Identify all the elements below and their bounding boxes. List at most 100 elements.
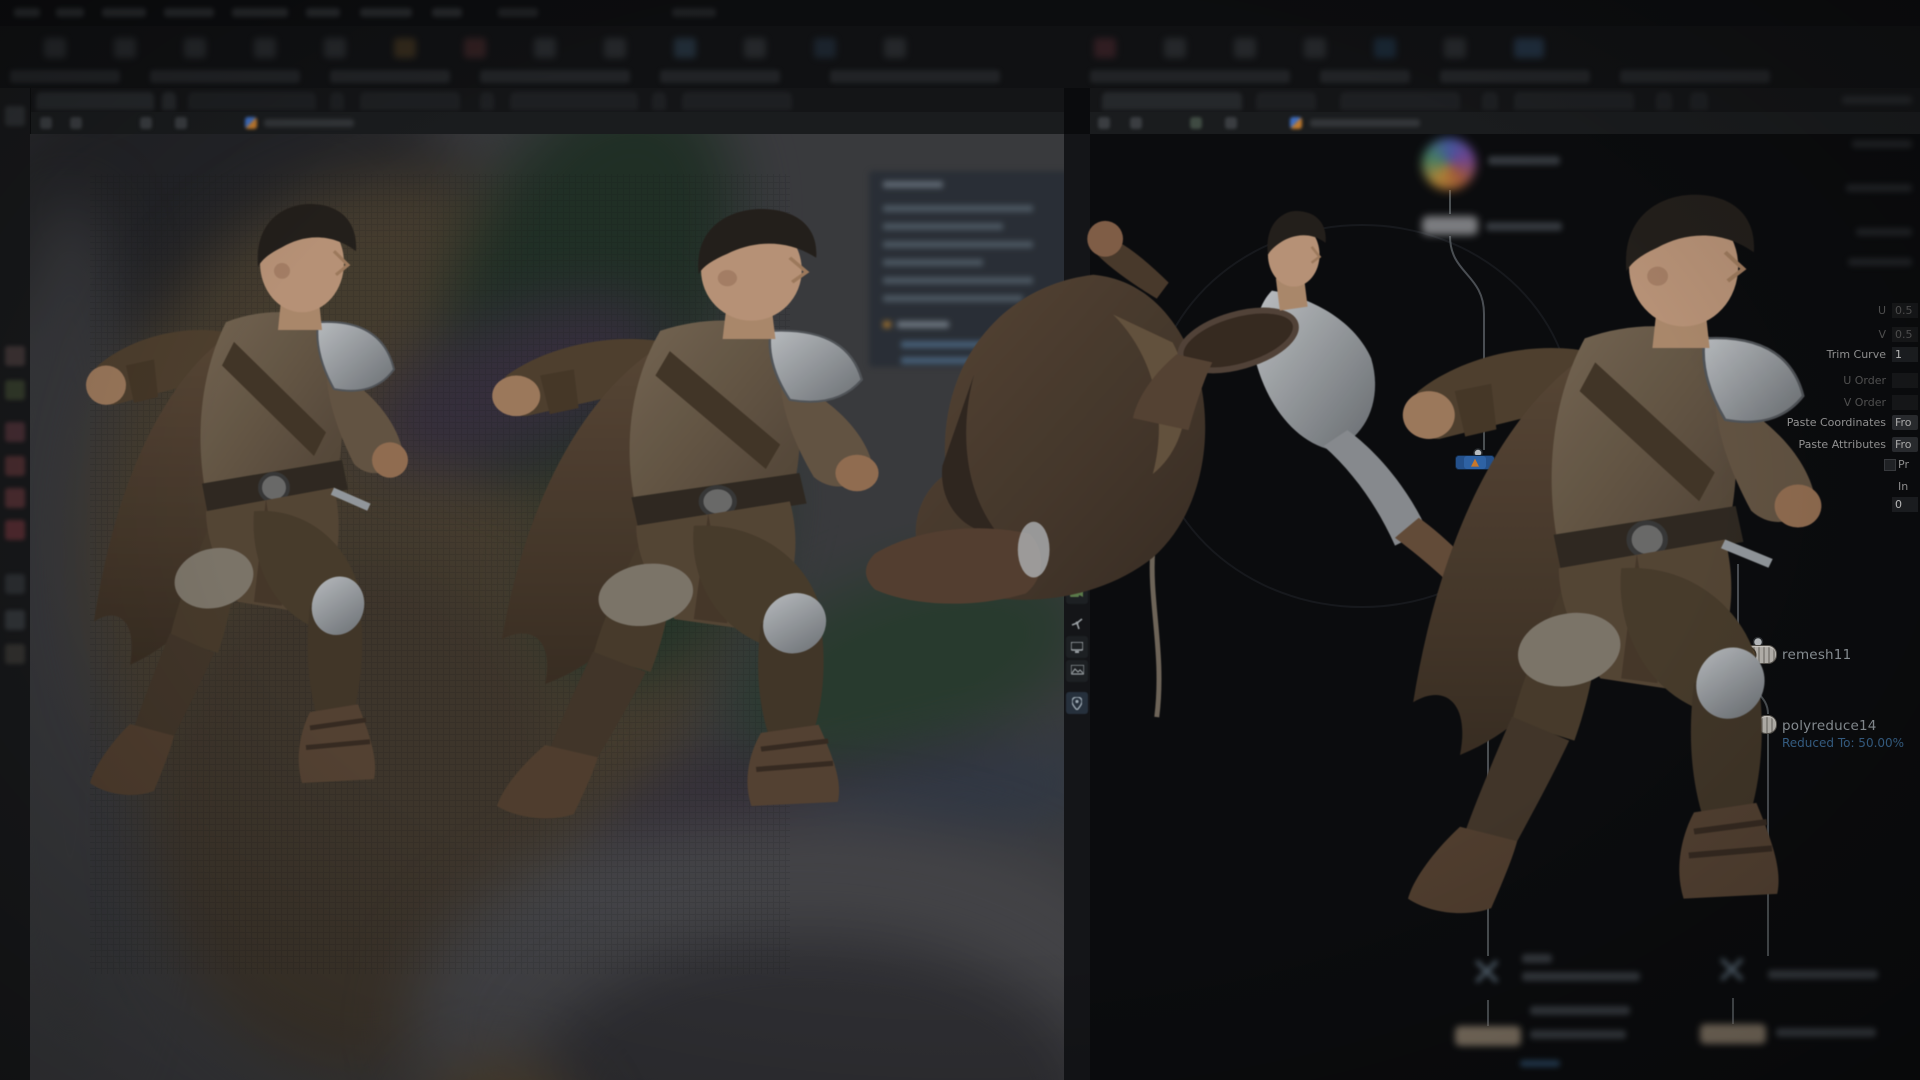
shelf-toolbar[interactable] — [0, 26, 1920, 88]
snap-magnet-icon[interactable] — [5, 520, 25, 540]
shelf-tab[interactable] — [10, 70, 120, 83]
param-row-blurred — [1848, 258, 1912, 266]
shelf-tool-icon[interactable] — [114, 38, 136, 58]
param-dropdown[interactable]: Fro — [1892, 415, 1918, 430]
path-text[interactable] — [264, 119, 354, 127]
pane-tab[interactable] — [162, 92, 176, 110]
pane-tab[interactable] — [1340, 92, 1460, 110]
left-toolbar[interactable] — [0, 88, 31, 1080]
menu-item[interactable] — [164, 8, 214, 17]
shelf-tool-icon[interactable] — [884, 38, 906, 58]
out-node-blurred[interactable] — [1455, 1026, 1521, 1046]
menu-item[interactable] — [306, 8, 340, 17]
pin-icon[interactable] — [1098, 117, 1110, 129]
pin-icon[interactable] — [40, 117, 52, 129]
nav-icon[interactable] — [140, 117, 152, 129]
shelf-tab[interactable] — [1440, 70, 1590, 83]
pane-tab[interactable] — [1256, 92, 1316, 110]
menu-item[interactable] — [56, 8, 84, 17]
param-field[interactable] — [1892, 373, 1918, 388]
menu-item[interactable] — [14, 8, 40, 17]
shelf-tab[interactable] — [660, 70, 780, 83]
param-field[interactable] — [1892, 395, 1918, 410]
param-row-blurred — [1846, 184, 1912, 192]
pane-tab[interactable] — [188, 92, 316, 110]
shelf-tool-icon[interactable] — [184, 38, 206, 58]
snap-magnet-icon[interactable] — [5, 488, 25, 508]
shelf-tool-icon[interactable] — [814, 38, 836, 58]
param-dropdown[interactable]: Fro — [1892, 437, 1918, 452]
nav-icon[interactable] — [70, 117, 82, 129]
shelf-tab[interactable] — [1620, 70, 1770, 83]
right-pane-pathbar[interactable] — [1090, 112, 1920, 134]
param-checkbox[interactable] — [1884, 459, 1896, 471]
shelf-tool-icon[interactable] — [744, 38, 766, 58]
pane-tab[interactable] — [330, 92, 344, 110]
shelf-tab[interactable] — [1090, 70, 1290, 83]
left-pane-tabs[interactable] — [30, 88, 1064, 112]
material-tool-icon[interactable] — [5, 644, 25, 664]
shelf-tab[interactable] — [1320, 70, 1410, 83]
menu-item[interactable] — [360, 8, 412, 17]
pane-tab[interactable] — [1514, 92, 1634, 110]
menu-item[interactable] — [232, 8, 288, 17]
out-node-blurred[interactable] — [1700, 1024, 1766, 1044]
shelf-tab[interactable] — [480, 70, 630, 83]
shelf-tool-icon[interactable] — [534, 38, 556, 58]
shelf-tab[interactable] — [830, 70, 1000, 83]
menu-item[interactable] — [432, 8, 462, 17]
snap-magnet-icon[interactable] — [5, 456, 25, 476]
shelf-tool-icon[interactable] — [1164, 38, 1186, 58]
tool-icon[interactable] — [5, 574, 25, 594]
param-field[interactable]: 0.5 — [1892, 303, 1918, 318]
pane-tab[interactable] — [652, 92, 666, 110]
menu-item[interactable] — [672, 8, 716, 17]
shelf-tool-icon[interactable] — [394, 38, 416, 58]
pose-tool-icon[interactable] — [5, 380, 25, 400]
shelf-tool-icon[interactable] — [254, 38, 276, 58]
pane-tab[interactable] — [1690, 92, 1708, 110]
pane-tab[interactable] — [36, 92, 154, 110]
shelf-tool-icon[interactable] — [1444, 38, 1466, 58]
left-pane-pathbar[interactable] — [30, 112, 1064, 134]
shelf-tool-icon[interactable] — [604, 38, 626, 58]
right-pane-tabs[interactable] — [1090, 88, 1920, 112]
param-field[interactable]: 0.5 — [1892, 327, 1918, 342]
path-text[interactable] — [1310, 119, 1420, 127]
pane-tab[interactable] — [1482, 92, 1498, 110]
pane-tab[interactable] — [1656, 92, 1672, 110]
param-field[interactable]: 0 — [1892, 497, 1918, 512]
shelf-tool-icon[interactable] — [1304, 38, 1326, 58]
shelf-tool-icon[interactable] — [674, 38, 696, 58]
menu-item[interactable] — [498, 8, 538, 17]
pane-tab[interactable] — [1102, 92, 1242, 110]
shelf-tool-icon[interactable] — [44, 38, 66, 58]
shelf-tool-icon[interactable] — [324, 38, 346, 58]
nav-icon[interactable] — [1225, 117, 1237, 129]
nav-icon[interactable] — [1130, 117, 1142, 129]
shelf-tool-icon[interactable] — [1514, 38, 1544, 58]
menu-item[interactable] — [102, 8, 146, 17]
shelf-tab[interactable] — [330, 70, 450, 83]
shelf-tool-icon[interactable] — [1234, 38, 1256, 58]
nav-icon[interactable] — [175, 117, 187, 129]
nav-icon[interactable] — [1190, 117, 1202, 129]
param-field[interactable]: 1 — [1892, 347, 1918, 362]
pane-tab[interactable] — [360, 92, 460, 110]
render-region-icon[interactable] — [5, 610, 25, 630]
pane-tab[interactable] — [510, 92, 638, 110]
shelf-tool-icon[interactable] — [464, 38, 486, 58]
node-info-blurred — [1520, 1060, 1560, 1067]
menu-bar[interactable] — [0, 0, 1920, 27]
shelf-tool-icon[interactable] — [1094, 38, 1116, 58]
tool-icon[interactable] — [5, 106, 25, 126]
pane-tab[interactable] — [480, 92, 494, 110]
pane-tab[interactable] — [682, 92, 792, 110]
shelf-tab[interactable] — [150, 70, 300, 83]
keyframe-tool-icon[interactable] — [5, 422, 25, 442]
geometry-node-blurred[interactable] — [1422, 138, 1476, 190]
param-label: Pr — [1898, 458, 1909, 471]
move-tool-icon[interactable] — [5, 346, 25, 366]
node-label-blurred — [1488, 156, 1560, 165]
shelf-tool-icon[interactable] — [1374, 38, 1396, 58]
